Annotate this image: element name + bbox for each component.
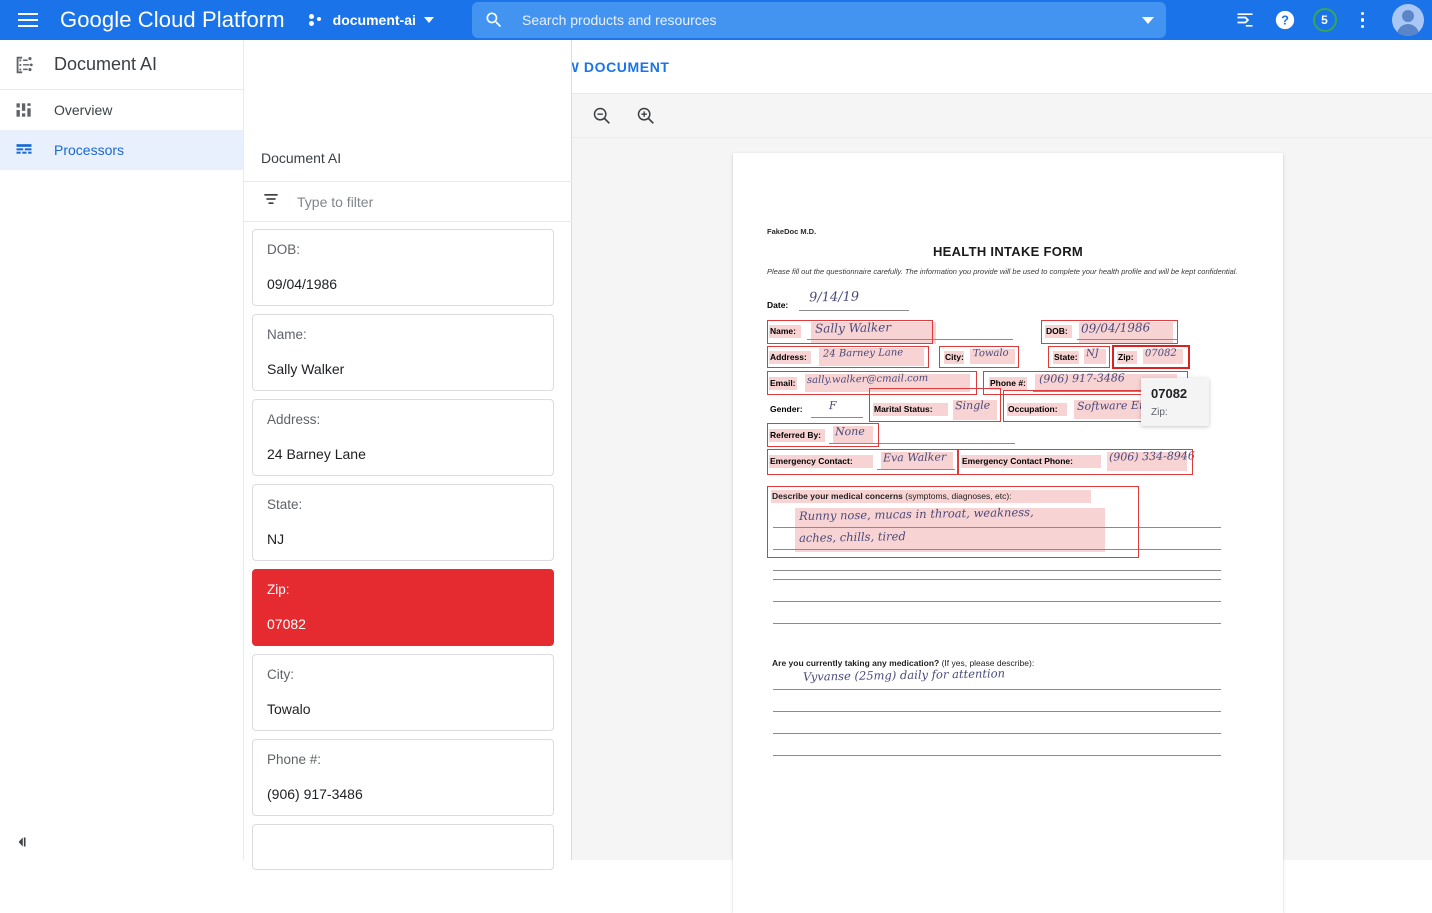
search-icon (484, 10, 504, 30)
filter-row (244, 182, 572, 222)
form-row-emergency: Emergency Contact: Eva Walker Emergency … (767, 452, 1249, 480)
entity-box-zip-selected[interactable] (1112, 345, 1190, 369)
zoom-in-icon[interactable] (632, 102, 660, 130)
chevron-down-icon (424, 17, 434, 23)
tooltip-key: Zip: (1151, 407, 1199, 418)
entity-box-emergency-contact[interactable] (767, 449, 959, 475)
processors-icon (12, 138, 36, 162)
entity-box-dob[interactable] (1041, 320, 1178, 344)
field-value: 09/04/1986 (267, 276, 539, 292)
field-card-selected[interactable]: Zip: 07082 (252, 569, 554, 646)
entity-box-city[interactable] (939, 346, 1019, 368)
filter-icon (261, 189, 281, 214)
field-card[interactable]: City: Towalo (252, 654, 554, 731)
field-key: Address: (267, 412, 539, 427)
medication-block: Are you currently taking any medication?… (767, 658, 1249, 778)
field-value: Sally Walker (267, 361, 539, 377)
document-ai-icon (12, 53, 36, 77)
search-chevron-down-icon[interactable] (1142, 17, 1154, 24)
project-name: document-ai (333, 12, 416, 28)
entity-box-emergency-phone[interactable] (957, 449, 1193, 475)
google-cloud-platform-logo: Google Cloud Platform (60, 7, 285, 33)
top-bar-actions: ? 5 (1233, 0, 1425, 40)
field-handwriting: 9/14/19 (809, 289, 859, 305)
field-key: Name: (267, 327, 539, 342)
sidebar-item-processors[interactable]: Processors (0, 130, 243, 170)
zoom-out-icon[interactable] (588, 102, 616, 130)
project-selector[interactable]: document-ai (309, 12, 434, 28)
field-card[interactable]: State: NJ (252, 484, 554, 561)
medical-concerns-block: Describe your medical concerns (symptoms… (767, 490, 1249, 574)
sidebar-item-label: Processors (54, 142, 124, 158)
collapse-sidebar-icon[interactable] (10, 830, 34, 854)
field-label: Date: (767, 300, 788, 310)
field-card[interactable]: Address: 24 Barney Lane (252, 399, 554, 476)
field-key: State: (267, 497, 539, 512)
field-card[interactable] (252, 824, 554, 870)
field-label: Gender: (770, 404, 803, 414)
svg-text:?: ? (1281, 13, 1289, 28)
tooltip-value: 07082 (1151, 386, 1199, 401)
viewer-toolbar (572, 94, 1432, 138)
form-row-date: Date: 9/14/19 (767, 292, 1249, 322)
dashboard-icon (12, 98, 36, 122)
project-icon (309, 13, 325, 27)
medication-handwriting-line1: Vyvanse (25mg) daily for attention (803, 666, 1005, 684)
field-value: Towalo (267, 701, 539, 717)
top-app-bar: Google Cloud Platform document-ai Search… (0, 0, 1432, 40)
field-value: NJ (267, 531, 539, 547)
entity-box-marital[interactable] (869, 388, 1001, 422)
sidebar-item-label: Overview (54, 102, 112, 118)
field-value: 24 Barney Lane (267, 446, 539, 462)
entity-box-address[interactable] (767, 346, 929, 368)
entity-box-name[interactable] (767, 320, 933, 344)
form-title: HEALTH INTAKE FORM (767, 244, 1249, 259)
product-header: Document AI (0, 40, 243, 90)
entity-box-referred[interactable] (767, 423, 879, 447)
field-value: 07082 (267, 616, 539, 632)
global-search-bar[interactable]: Search products and resources (472, 2, 1166, 38)
panel-subheading: Document AI (244, 134, 572, 182)
entity-box-state[interactable] (1048, 346, 1110, 368)
field-key: City: (267, 667, 539, 682)
blank-lines-block (767, 574, 1249, 644)
form-instructions: Please fill out the questionnaire carefu… (767, 266, 1249, 278)
field-card[interactable]: Name: Sally Walker (252, 314, 554, 391)
entity-box-medical-concerns[interactable] (767, 486, 1139, 558)
help-circle-icon[interactable]: ? (1273, 8, 1297, 32)
sidebar-item-overview[interactable]: Overview (0, 90, 243, 130)
field-card[interactable]: Phone #: (906) 917-3486 (252, 739, 554, 816)
left-navigation: Document AI Overview P (0, 40, 244, 860)
filter-input[interactable] (297, 194, 572, 210)
product-title: Document AI (54, 54, 157, 75)
field-value: (906) 917-3486 (267, 786, 539, 802)
hamburger-menu-icon[interactable] (6, 0, 50, 40)
kebab-menu-icon[interactable] (1353, 8, 1373, 33)
document-viewer: FakeDoc M.D. HEALTH INTAKE FORM Please f… (572, 94, 1432, 860)
field-key: DOB: (267, 242, 539, 257)
clinic-name: FakeDoc M.D. (767, 227, 1249, 236)
document-page[interactable]: FakeDoc M.D. HEALTH INTAKE FORM Please f… (733, 153, 1283, 913)
entities-panel: Document AI DOB: 09/04/1986 Name: Sally … (244, 40, 572, 860)
extracted-fields-list[interactable]: DOB: 09/04/1986 Name: Sally Walker Addre… (244, 223, 572, 900)
field-key: Zip: (267, 582, 539, 597)
search-placeholder-text: Search products and resources (522, 12, 1142, 28)
user-avatar-icon[interactable] (1392, 4, 1424, 36)
notifications-badge[interactable]: 5 (1313, 8, 1337, 32)
field-key: Phone #: (267, 752, 539, 767)
health-intake-form: FakeDoc M.D. HEALTH INTAKE FORM Please f… (767, 227, 1249, 778)
entity-tooltip: 07082 Zip: (1141, 378, 1209, 426)
field-handwriting: F (829, 399, 837, 412)
field-card[interactable]: DOB: 09/04/1986 (252, 229, 554, 306)
terminal-icon[interactable] (1233, 8, 1257, 32)
